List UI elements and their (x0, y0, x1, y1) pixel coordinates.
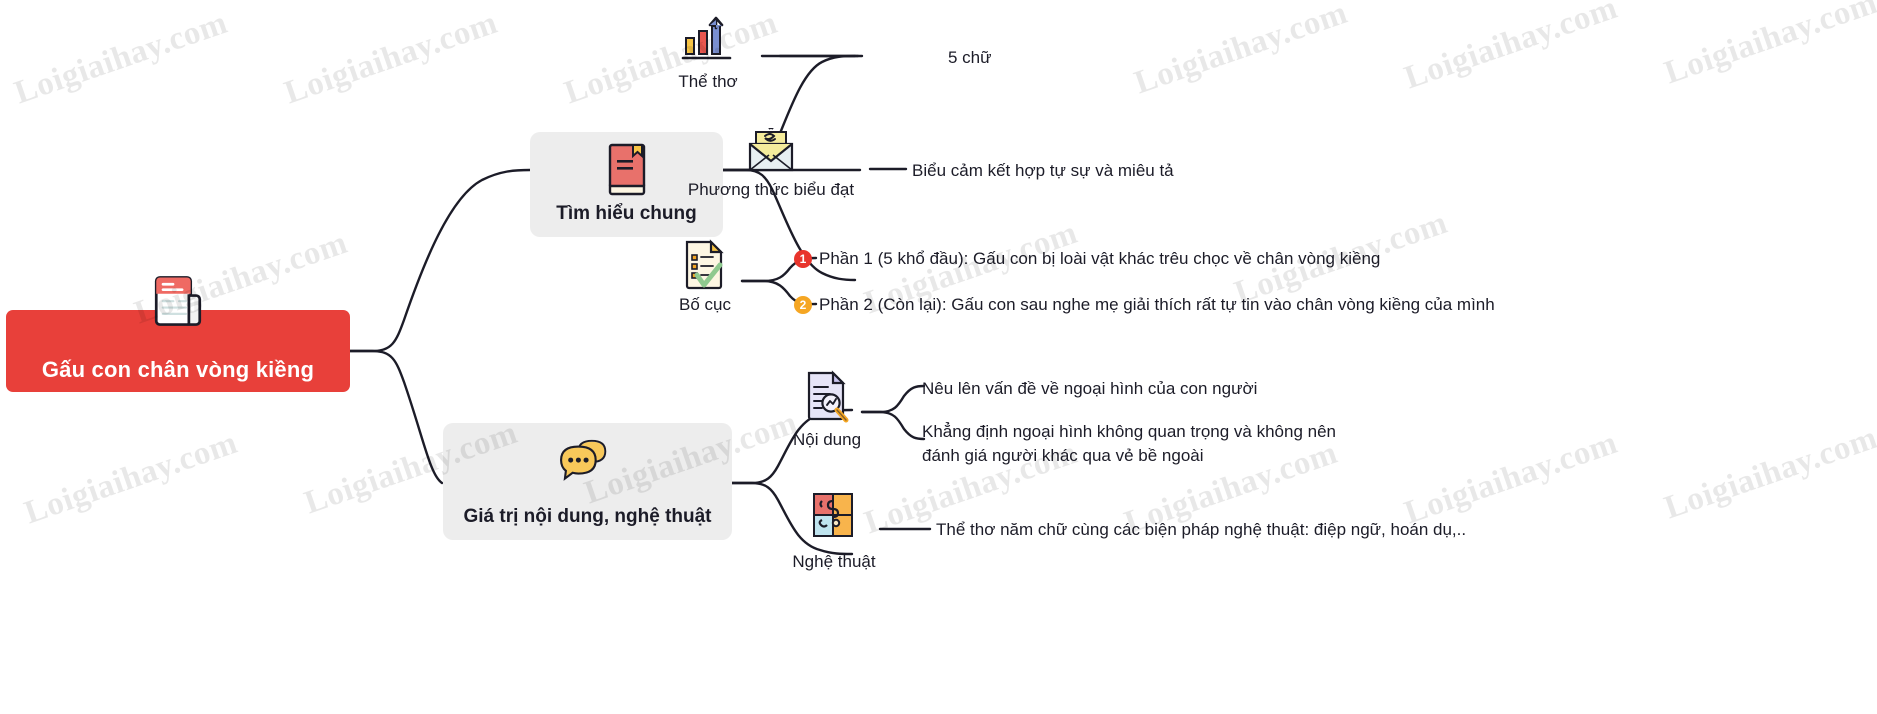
subtopic-caption-bo-cuc: Bố cục (679, 295, 731, 314)
badge-part-1: 1 (794, 250, 812, 268)
leaf-row: Biểu cảm kết hợp tự sự và miêu tả (912, 159, 1174, 183)
leaf-noi-dung-2: Khẳng định ngoại hình không quan trọng v… (922, 420, 1342, 468)
leaf-text: Thể thơ năm chữ cùng các biện pháp nghệ … (936, 520, 1467, 539)
leaf-text: Biểu cảm kết hợp tự sự và miêu tả (912, 161, 1174, 180)
leaf-the-tho-1: 5 chữ (948, 46, 992, 70)
speech-bubbles-icon (559, 439, 606, 481)
leaf-row: 1 Phần 1 (5 khổ đầu): Gấu con bị loài vậ… (794, 247, 1874, 271)
document-magnifier-icon (807, 370, 849, 423)
link-root-to-gia-tri (348, 349, 444, 485)
leaf-row: 5 chữ (948, 46, 992, 70)
mindmap-canvas: Gấu con chân vòng kiềng Tìm hiểu chung T… (0, 0, 1877, 714)
leaf-phuong-thuc-1: Biểu cảm kết hợp tự sự và miêu tả (912, 159, 1174, 183)
root-node[interactable]: Gấu con chân vòng kiềng (6, 276, 350, 392)
newspaper-icon (154, 276, 202, 326)
puzzle-pieces-icon (813, 493, 853, 537)
leaf-text: Phần 1 (5 khổ đầu): Gấu con bị loài vật … (819, 249, 1381, 268)
link-noi-dung-leaf2 (860, 410, 926, 441)
subtopic-caption-nghe-thuat: Nghệ thuật (792, 552, 876, 571)
subtopic-the-tho[interactable]: Thể thơ (650, 16, 766, 94)
branch-node-gia-tri-noi-dung-nghe-thuat[interactable]: Giá trị nội dung, nghệ thuật (443, 423, 732, 540)
leaf-text: Phần 2 (Còn lại): Gấu con sau nghe mẹ gi… (819, 295, 1495, 314)
link-noi-dung-leaf1 (860, 384, 926, 414)
link-root-to-tim-hieu-chung (348, 168, 532, 353)
leaf-noi-dung-1: Nêu lên vấn đề về ngoại hình của con ngư… (922, 377, 1257, 401)
leaf-row: Khẳng định ngoại hình không quan trọng v… (922, 420, 1342, 468)
subtopic-bo-cuc[interactable]: Bố cục (660, 239, 750, 319)
bar-chart-growth-icon (681, 16, 732, 60)
leaf-row: 2 Phần 2 (Còn lại): Gấu con sau nghe mẹ … (794, 293, 1874, 317)
subtopic-caption-noi-dung: Nội dung (792, 430, 862, 449)
leaf-text: Khẳng định ngoại hình không quan trọng v… (922, 422, 1337, 465)
subtopic-phuong-thuc-bieu-dat[interactable]: Phương thức biểu đạt (678, 128, 864, 210)
checklist-document-icon (685, 239, 724, 290)
leaf-bo-cuc-2: 2 Phần 2 (Còn lại): Gấu con sau nghe mẹ … (794, 293, 1874, 317)
badge-part-2: 2 (794, 296, 812, 314)
subtopic-nghe-thuat[interactable]: Nghệ thuật (786, 490, 882, 580)
branch-label-gia-tri: Giá trị nội dung, nghệ thuật (463, 506, 712, 527)
red-book-icon (608, 143, 645, 196)
subtopic-caption-the-tho: Thể thơ (678, 72, 738, 91)
leaf-text: 5 chữ (948, 48, 992, 67)
subtopic-noi-dung[interactable]: Nội dung (786, 370, 868, 456)
leaf-text: Nêu lên vấn đề về ngoại hình của con ngư… (922, 379, 1258, 398)
subtopic-caption-phuong-thuc-bieu-dat: Phương thức biểu đạt (687, 180, 855, 199)
leaf-row: Nêu lên vấn đề về ngoại hình của con ngư… (922, 377, 1257, 401)
root-label: Gấu con chân vòng kiềng (41, 357, 315, 382)
leaf-nghe-thuat-1: Thể thơ năm chữ cùng các biện pháp nghệ … (936, 518, 1466, 542)
leaf-row: Thể thơ năm chữ cùng các biện pháp nghệ … (936, 518, 1466, 542)
open-envelope-icon (748, 128, 794, 172)
leaf-bo-cuc-1: 1 Phần 1 (5 khổ đầu): Gấu con bị loài vậ… (794, 247, 1874, 271)
